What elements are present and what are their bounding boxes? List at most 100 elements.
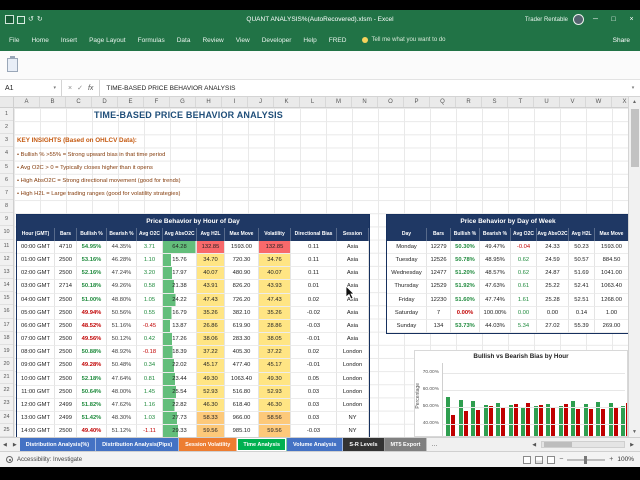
- column-header-b[interactable]: B: [40, 97, 66, 107]
- row-header-14[interactable]: 14: [0, 279, 13, 292]
- column-header-j[interactable]: J: [248, 97, 274, 107]
- ribbon-tab-view[interactable]: View: [230, 34, 256, 47]
- insert-function-icon[interactable]: fx: [88, 85, 93, 92]
- name-box[interactable]: A1 ▾: [0, 80, 62, 96]
- col-header-bars[interactable]: Bars: [427, 228, 451, 241]
- col-header-avg-h2l[interactable]: Avg H2L: [197, 228, 225, 241]
- row-header-23[interactable]: 23: [0, 397, 13, 410]
- col-header-bars[interactable]: Bars: [55, 228, 77, 241]
- ribbon-tab-fred[interactable]: FRED: [323, 34, 353, 47]
- row-header-10[interactable]: 10: [0, 226, 13, 239]
- scroll-down-icon[interactable]: ▼: [632, 427, 637, 437]
- ribbon-tab-developer[interactable]: Developer: [256, 34, 298, 47]
- sheet-tab-s-r-levels[interactable]: S-R Levels: [343, 438, 384, 451]
- column-header-m[interactable]: M: [326, 97, 352, 107]
- normal-view-icon[interactable]: [523, 456, 531, 464]
- column-header-c[interactable]: C: [66, 97, 92, 107]
- column-header-x[interactable]: X: [612, 97, 628, 107]
- sheet-tab-distribution-analysis[interactable]: Distribution Analysis(%): [20, 438, 96, 451]
- page-layout-view-icon[interactable]: [535, 456, 543, 464]
- user-name[interactable]: Trader Rentable: [525, 17, 568, 23]
- column-header-n[interactable]: N: [352, 97, 378, 107]
- column-header-h[interactable]: H: [196, 97, 222, 107]
- zoom-out-icon[interactable]: −: [559, 456, 563, 463]
- sheet-tab-time-analysis[interactable]: Time Analysis: [237, 438, 287, 451]
- table-row[interactable]: 12:00 GMT249951.82%47.62%1.1622.8246.306…: [17, 399, 369, 412]
- col-header-session[interactable]: Session: [337, 228, 369, 241]
- column-header-q[interactable]: Q: [430, 97, 456, 107]
- vertical-scrollbar[interactable]: ▲ ▼: [628, 97, 640, 437]
- column-header-u[interactable]: U: [534, 97, 560, 107]
- col-header-max-move[interactable]: Max Move: [595, 228, 629, 241]
- row-header-9[interactable]: 9: [0, 213, 13, 226]
- sheet-tab-volume-analysis[interactable]: Volume Analysis: [287, 438, 343, 451]
- row-header-17[interactable]: 17: [0, 319, 13, 332]
- horizontal-scroll-thumb[interactable]: [544, 442, 572, 447]
- tab-scroll-left-icon[interactable]: ◀: [0, 438, 10, 451]
- column-header-o[interactable]: O: [378, 97, 404, 107]
- table-row[interactable]: Friday1223051.60%47.74%1.6125.2852.51126…: [387, 294, 629, 307]
- page-break-view-icon[interactable]: [547, 456, 555, 464]
- tab-overflow[interactable]: …: [427, 438, 441, 451]
- zoom-slider[interactable]: [567, 459, 605, 461]
- column-header-v[interactable]: V: [560, 97, 586, 107]
- column-header-s[interactable]: S: [482, 97, 508, 107]
- col-header-bullish[interactable]: Bullish %: [451, 228, 480, 241]
- table-row[interactable]: Wednesday1247751.20%48.57%0.6224.8751.69…: [387, 267, 629, 280]
- table-row[interactable]: 08:00 GMT250050.88%48.92%-0.1818.3937.22…: [17, 346, 369, 359]
- column-header-g[interactable]: G: [170, 97, 196, 107]
- row-header-16[interactable]: 16: [0, 305, 13, 318]
- formula-bar-expand-icon[interactable]: ▾: [626, 80, 640, 96]
- save-icon[interactable]: [17, 16, 25, 24]
- sheet-tab-mt5-export[interactable]: MT5 Export: [385, 438, 428, 451]
- row-header-1[interactable]: 1: [0, 108, 13, 121]
- row-header-15[interactable]: 15: [0, 292, 13, 305]
- col-header-day[interactable]: Day: [387, 228, 427, 241]
- undo-icon[interactable]: ↺: [28, 15, 34, 24]
- column-header-t[interactable]: T: [508, 97, 534, 107]
- check-icon[interactable]: ✓: [77, 84, 83, 92]
- col-header-directional-bias[interactable]: Directional Bias: [291, 228, 337, 241]
- zoom-level[interactable]: 100%: [617, 456, 634, 463]
- column-header-r[interactable]: R: [456, 97, 482, 107]
- formula-input[interactable]: TIME-BASED PRICE BEHAVIOR ANALYSIS: [100, 80, 626, 96]
- column-header-w[interactable]: W: [586, 97, 612, 107]
- ribbon-tab-review[interactable]: Review: [196, 34, 229, 47]
- col-header-max-move[interactable]: Max Move: [225, 228, 259, 241]
- col-header-bearish[interactable]: Bearish %: [480, 228, 511, 241]
- table-row[interactable]: Saturday70.00%100.00%0.000.000.141.00: [387, 307, 629, 320]
- redo-icon[interactable]: ↻: [37, 15, 43, 24]
- row-header-2[interactable]: 2: [0, 121, 13, 134]
- ribbon-tab-insert[interactable]: Insert: [55, 34, 83, 47]
- row-header-18[interactable]: 18: [0, 332, 13, 345]
- ribbon-tab-formulas[interactable]: Formulas: [132, 34, 171, 47]
- table-row[interactable]: 05:00 GMT250049.94%50.56%0.5516.7935.263…: [17, 307, 369, 320]
- sheet-tab-session-volatility[interactable]: Session Volatility: [179, 438, 237, 451]
- row-header-4[interactable]: 4: [0, 147, 13, 160]
- row-header-7[interactable]: 7: [0, 187, 13, 200]
- col-header-avg-h2l[interactable]: Avg H2L: [569, 228, 595, 241]
- row-header-24[interactable]: 24: [0, 411, 13, 424]
- col-header-bullish[interactable]: Bullish %: [77, 228, 107, 241]
- table-row[interactable]: 06:00 GMT250048.52%51.16%-0.4513.8726.86…: [17, 320, 369, 333]
- table-row[interactable]: 04:00 GMT250051.00%48.80%1.0524.2247.437…: [17, 294, 369, 307]
- user-avatar[interactable]: [573, 14, 584, 25]
- row-header-5[interactable]: 5: [0, 161, 13, 174]
- accessibility-status[interactable]: Accessibility: Investigate: [17, 457, 82, 463]
- tell-me-box[interactable]: Tell me what you want to do: [362, 37, 445, 43]
- table-row[interactable]: Thursday1252951.92%47.63%0.6125.2252.411…: [387, 280, 629, 293]
- col-header-volatility[interactable]: Volatility: [259, 228, 291, 241]
- table-row[interactable]: 01:00 GMT250053.16%46.28%1.1015.7634.707…: [17, 254, 369, 267]
- scroll-up-icon[interactable]: ▲: [632, 97, 637, 107]
- row-header-3[interactable]: 3: [0, 134, 13, 147]
- hscroll-left-icon[interactable]: ◀: [529, 442, 539, 448]
- column-header-l[interactable]: L: [300, 97, 326, 107]
- ribbon-tab-help[interactable]: Help: [297, 34, 322, 47]
- row-header-6[interactable]: 6: [0, 174, 13, 187]
- maximize-button[interactable]: □: [607, 16, 620, 23]
- row-header-25[interactable]: 25: [0, 424, 13, 437]
- table-row[interactable]: 07:00 GMT250049.56%50.12%0.4217.2638.062…: [17, 333, 369, 346]
- column-header-e[interactable]: E: [118, 97, 144, 107]
- zoom-knob[interactable]: [584, 456, 587, 464]
- col-header-avg-abso2c[interactable]: Avg AbsO2C: [163, 228, 197, 241]
